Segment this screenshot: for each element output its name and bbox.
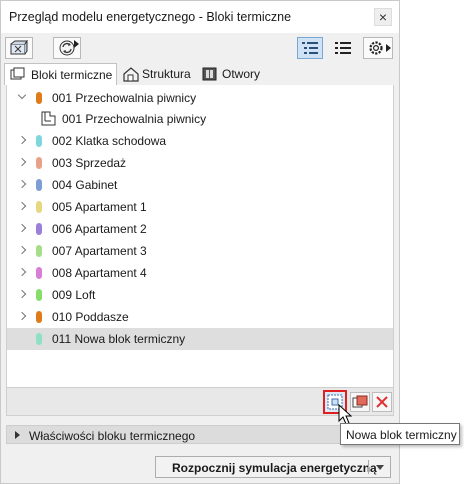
block-color-swatch — [36, 289, 42, 301]
thermal-block-properties-panel[interactable]: Właściwości bloku termicznego — [6, 425, 394, 444]
tab-openings[interactable]: Otwory — [200, 63, 270, 85]
toolbar — [1, 33, 399, 81]
delete-icon — [376, 396, 388, 408]
tab-label: Otwory — [222, 67, 261, 81]
expand-arrow-icon[interactable] — [15, 431, 20, 439]
expand-chevron-icon[interactable] — [17, 179, 27, 189]
refresh-dropdown-icon[interactable] — [74, 40, 79, 48]
tree-row[interactable]: 010 Poddasze — [7, 306, 393, 328]
expand-chevron-icon[interactable] — [17, 201, 27, 211]
tab-bar: Bloki termiczne Struktura Otwory — [1, 61, 399, 85]
tree-row-label: 004 Gabinet — [52, 178, 118, 192]
expand-chevron-icon[interactable] — [17, 289, 27, 299]
block-color-swatch — [36, 333, 42, 345]
tree-row[interactable]: 009 Loft — [7, 284, 393, 306]
tree-row-label: 005 Apartament 1 — [52, 200, 147, 214]
tree-row[interactable]: 005 Apartament 1 — [7, 196, 393, 218]
list-view-button[interactable] — [329, 37, 355, 59]
tree-row-label: 001 Przechowalnia piwnicy — [62, 112, 207, 126]
zone-floorplan-icon — [41, 111, 56, 126]
block-color-swatch — [36, 92, 42, 104]
settings-dropdown-icon — [386, 44, 391, 52]
tree-row-label: 003 Sprzedaż — [52, 156, 127, 170]
close-button[interactable]: × — [374, 8, 392, 26]
tree-row-label: 007 Apartament 3 — [52, 244, 147, 258]
tree-row[interactable]: 007 Apartament 3 — [7, 240, 393, 262]
start-energy-simulation-button[interactable]: Rozpocznij symulacja energetyczną — [155, 456, 391, 478]
tooltip-text: Nowa blok termiczny — [346, 428, 457, 442]
tree-row[interactable]: 006 Apartament 2 — [7, 218, 393, 240]
tree-action-bar — [6, 388, 394, 416]
tree-row-label: 008 Apartament 4 — [52, 266, 147, 280]
tree-row-label: 010 Poddasze — [52, 310, 129, 324]
thermal-block-icon — [10, 67, 25, 80]
delete-block-button[interactable] — [372, 392, 392, 412]
tree-row[interactable]: 004 Gabinet — [7, 174, 393, 196]
expand-chevron-icon[interactable] — [17, 245, 27, 255]
structure-house-icon — [123, 67, 139, 82]
block-color-swatch — [36, 135, 42, 147]
list-view-icon — [302, 42, 318, 54]
expand-chevron-icon[interactable] — [17, 267, 27, 277]
simulate-button-label: Rozpocznij symulacja energetyczną — [172, 461, 377, 475]
tree-row-label: 002 Klatka schodowa — [52, 134, 167, 148]
model-view-button[interactable] — [5, 37, 33, 59]
expand-chevron-icon[interactable] — [17, 311, 27, 321]
title-bar: Przegląd modelu energetycznego - Bloki t… — [1, 1, 399, 33]
tab-structure[interactable]: Struktura — [119, 63, 197, 85]
tree-row-label: 001 Przechowalnia piwnicy — [52, 91, 197, 105]
block-color-swatch — [36, 245, 42, 257]
tree-row[interactable]: 008 Apartament 4 — [7, 262, 393, 284]
expand-chevron-icon[interactable] — [17, 135, 27, 145]
openings-icon — [202, 67, 217, 81]
block-color-swatch — [36, 179, 42, 191]
tab-label: Bloki termiczne — [31, 68, 113, 82]
tree-row[interactable]: 003 Sprzedaż — [7, 152, 393, 174]
tree-row-selected[interactable]: 011 Nowa blok termiczny — [7, 328, 393, 350]
tab-thermal-blocks[interactable]: Bloki termiczne — [4, 63, 117, 85]
simulation-dropdown-icon[interactable] — [376, 465, 384, 470]
tree-row[interactable]: 002 Klatka schodowa — [7, 130, 393, 152]
tree-row[interactable]: 001 Przechowalnia piwnicy — [7, 87, 393, 109]
thermal-block-tree: 001 Przechowalnia piwnicy 001 Przechowal… — [6, 85, 394, 388]
properties-panel-label: Właściwości bloku termicznego — [29, 429, 196, 443]
close-icon: × — [378, 9, 388, 25]
tooltip: Nowa blok termiczny — [340, 423, 460, 445]
block-color-swatch — [36, 157, 42, 169]
block-color-swatch — [36, 311, 42, 323]
expand-chevron-icon[interactable] — [17, 157, 27, 167]
tree-row-label: 006 Apartament 2 — [52, 222, 147, 236]
tree-row-label: 009 Loft — [52, 288, 96, 302]
expand-chevron-icon[interactable] — [17, 223, 27, 233]
window-title: Przegląd modelu energetycznego - Bloki t… — [9, 10, 292, 24]
settings-button[interactable] — [363, 37, 393, 59]
block-color-swatch — [36, 267, 42, 279]
tree-row-label: 011 Nowa blok termiczny — [52, 332, 186, 346]
block-color-swatch — [36, 223, 42, 235]
tab-label: Struktura — [142, 67, 191, 81]
tree-child-row[interactable]: 001 Przechowalnia piwnicy — [7, 108, 393, 130]
block-color-swatch — [36, 201, 42, 213]
button-separator — [368, 460, 369, 474]
detail-list-view-button[interactable] — [297, 37, 323, 59]
model-view-icon — [10, 40, 28, 55]
settings-icon — [369, 41, 383, 55]
collapse-chevron-icon[interactable] — [17, 90, 27, 100]
list-icon — [335, 42, 351, 54]
